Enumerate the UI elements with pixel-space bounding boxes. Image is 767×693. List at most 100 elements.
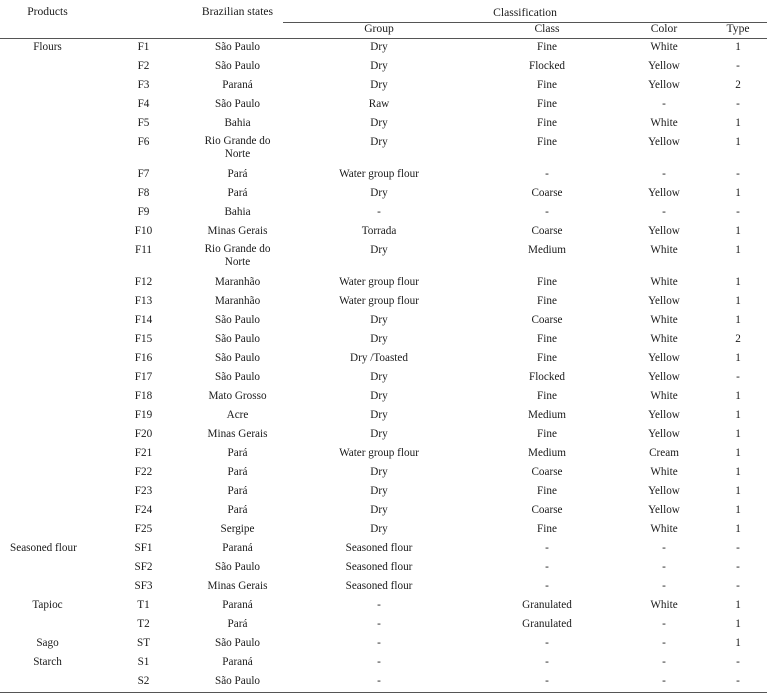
cell-product: [0, 483, 95, 502]
cell-product: [0, 426, 95, 445]
cell-classification-color: White: [619, 521, 709, 540]
cell-classification-type: -: [709, 166, 767, 185]
cell-classification-group: Water group flour: [283, 293, 475, 312]
cell-sample-code: F17: [95, 369, 192, 388]
cell-classification-type: -: [709, 96, 767, 115]
cell-sample-code: F13: [95, 293, 192, 312]
state-line: Norte: [192, 148, 283, 161]
table-row: F4São PauloRawFine--: [0, 96, 767, 115]
cell-classification-type: -: [709, 578, 767, 597]
cell-product: Sago: [0, 635, 95, 654]
cell-product: [0, 407, 95, 426]
cell-product: [0, 293, 95, 312]
cell-classification-type: 1: [709, 616, 767, 635]
cell-product: [0, 616, 95, 635]
cell-sample-code: F9: [95, 204, 192, 223]
cell-product: [0, 166, 95, 185]
cell-sample-code: F4: [95, 96, 192, 115]
cell-classification-class: Fine: [475, 388, 619, 407]
table-row: F5BahiaDryFineWhite1: [0, 115, 767, 134]
cell-classification-class: Medium: [475, 407, 619, 426]
cell-brazilian-state: Mato Grosso: [192, 388, 283, 407]
table-row: F11Rio Grande doNorteDryMediumWhite1: [0, 242, 767, 274]
cell-classification-class: Granulated: [475, 616, 619, 635]
column-header-classification: Classification: [283, 0, 767, 22]
header-row-top: Products Brazilian states Classification: [0, 0, 767, 22]
cell-product: [0, 464, 95, 483]
cell-sample-code: F7: [95, 166, 192, 185]
cell-classification-color: -: [619, 204, 709, 223]
cell-brazilian-state: São Paulo: [192, 369, 283, 388]
cell-classification-class: Fine: [475, 274, 619, 293]
table-row: S2São Paulo----: [0, 673, 767, 693]
cell-brazilian-state: Maranhão: [192, 274, 283, 293]
cell-classification-type: -: [709, 204, 767, 223]
cell-product: [0, 312, 95, 331]
cell-classification-class: -: [475, 578, 619, 597]
table-row: F14São PauloDryCoarseWhite1: [0, 312, 767, 331]
cell-classification-group: Torrada: [283, 223, 475, 242]
cell-classification-class: -: [475, 559, 619, 578]
cell-product: [0, 369, 95, 388]
cell-brazilian-state: Bahia: [192, 204, 283, 223]
cell-classification-class: Fine: [475, 39, 619, 59]
table-row: F24ParáDryCoarseYellow1: [0, 502, 767, 521]
cell-product: [0, 388, 95, 407]
cell-classification-color: White: [619, 115, 709, 134]
table-row: F18Mato GrossoDryFineWhite1: [0, 388, 767, 407]
cell-classification-color: -: [619, 96, 709, 115]
cell-classification-color: -: [619, 166, 709, 185]
cell-classification-type: -: [709, 58, 767, 77]
state-line: Norte: [192, 256, 283, 269]
table-row: F15São PauloDryFineWhite2: [0, 331, 767, 350]
cell-sample-code: F25: [95, 521, 192, 540]
table-row: F2São PauloDryFlockedYellow-: [0, 58, 767, 77]
cell-sample-code: T2: [95, 616, 192, 635]
cell-classification-class: -: [475, 673, 619, 693]
table-row: Seasoned flourSF1ParanáSeasoned flour---: [0, 540, 767, 559]
cell-sample-code: SF2: [95, 559, 192, 578]
cell-classification-color: Yellow: [619, 407, 709, 426]
cell-sample-code: S1: [95, 654, 192, 673]
cell-product: [0, 242, 95, 274]
cell-classification-group: -: [283, 616, 475, 635]
cell-brazilian-state: São Paulo: [192, 559, 283, 578]
cell-classification-group: Dry: [283, 426, 475, 445]
cell-classification-group: Dry: [283, 464, 475, 483]
table-row: F7ParáWater group flour---: [0, 166, 767, 185]
cell-classification-color: Yellow: [619, 293, 709, 312]
cell-sample-code: F1: [95, 39, 192, 59]
cell-classification-group: Dry: [283, 115, 475, 134]
table-row: FloursF1São PauloDryFineWhite1: [0, 39, 767, 59]
cell-classification-group: Seasoned flour: [283, 559, 475, 578]
cell-classification-color: Yellow: [619, 58, 709, 77]
cell-classification-class: Fine: [475, 115, 619, 134]
cell-classification-group: Dry: [283, 77, 475, 96]
cell-sample-code: T1: [95, 597, 192, 616]
table-row: F23ParáDryFineYellow1: [0, 483, 767, 502]
cell-classification-group: Dry /Toasted: [283, 350, 475, 369]
cell-classification-type: 1: [709, 312, 767, 331]
cell-classification-group: Water group flour: [283, 445, 475, 464]
cell-classification-color: White: [619, 464, 709, 483]
cell-brazilian-state: Paraná: [192, 77, 283, 96]
cell-classification-group: -: [283, 204, 475, 223]
table-row: F6Rio Grande doNorteDryFineYellow1: [0, 134, 767, 166]
cell-brazilian-state: Pará: [192, 616, 283, 635]
cell-sample-code: F16: [95, 350, 192, 369]
column-header-brazilian-states: Brazilian states: [192, 0, 283, 22]
cell-sample-code: F8: [95, 185, 192, 204]
cell-brazilian-state: Paraná: [192, 597, 283, 616]
cell-classification-type: 1: [709, 464, 767, 483]
table-body: FloursF1São PauloDryFineWhite1F2São Paul…: [0, 39, 767, 693]
cell-brazilian-state: Minas Gerais: [192, 223, 283, 242]
cell-classification-group: -: [283, 654, 475, 673]
cell-brazilian-state: São Paulo: [192, 39, 283, 59]
cell-classification-color: -: [619, 616, 709, 635]
cell-sample-code: F12: [95, 274, 192, 293]
cell-brazilian-state: Rio Grande doNorte: [192, 242, 283, 274]
table-row: F10Minas GeraisTorradaCoarseYellow1: [0, 223, 767, 242]
table-header: Products Brazilian states Classification…: [0, 0, 767, 39]
cell-classification-type: 1: [709, 274, 767, 293]
cell-brazilian-state: São Paulo: [192, 635, 283, 654]
